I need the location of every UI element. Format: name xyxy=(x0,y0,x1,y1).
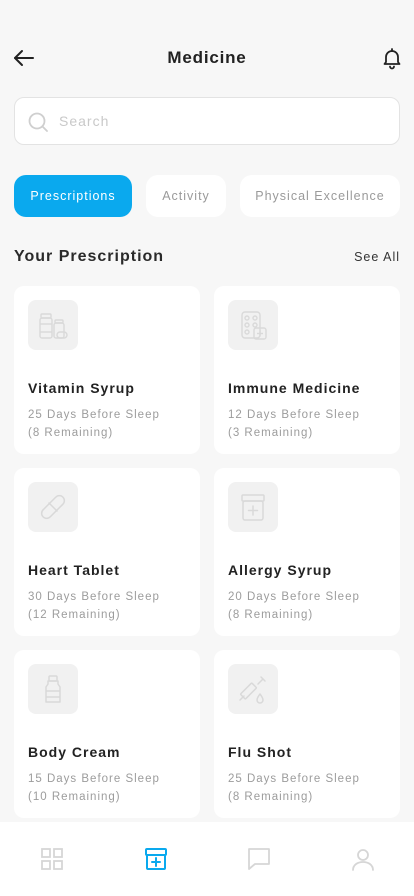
section-title: Your Prescription xyxy=(14,248,165,265)
prescription-card[interactable]: Allergy Syrup 20 Days Before Sleep (8 Re… xyxy=(214,468,400,636)
remaining-text: (8 Remaining) xyxy=(228,609,314,621)
medicine-schedule: 12 Days Before Sleep (3 Remaining) xyxy=(228,406,360,442)
bell-icon[interactable] xyxy=(380,46,404,70)
filter-tabs: Prescriptions Activity Physical Excellen… xyxy=(14,175,400,217)
prescription-card[interactable]: Heart Tablet 30 Days Before Sleep (12 Re… xyxy=(14,468,200,636)
schedule-text: 15 Days Before Sleep xyxy=(28,773,160,785)
medicine-schedule: 30 Days Before Sleep (12 Remaining) xyxy=(28,588,160,624)
search-bar xyxy=(14,97,400,145)
medicine-name: Vitamin Syrup xyxy=(28,380,135,396)
lotion-bottle-icon xyxy=(28,664,78,714)
medicine-name: Allergy Syrup xyxy=(228,562,333,578)
prescription-card[interactable]: Flu Shot 25 Days Before Sleep (8 Remaini… xyxy=(214,650,400,818)
schedule-text: 25 Days Before Sleep xyxy=(228,773,360,785)
syringe-icon xyxy=(228,664,278,714)
pill-pack-icon xyxy=(228,300,278,350)
chat-icon[interactable] xyxy=(246,846,272,872)
search-input[interactable] xyxy=(59,98,389,144)
user-icon[interactable] xyxy=(350,846,376,872)
tab-prescriptions[interactable]: Prescriptions xyxy=(14,175,132,217)
remaining-text: (3 Remaining) xyxy=(228,427,314,439)
tab-activity[interactable]: Activity xyxy=(146,175,226,217)
section-header: Your Prescription See All xyxy=(14,248,400,268)
medicine-name: Immune Medicine xyxy=(228,380,361,396)
prescription-card[interactable]: Immune Medicine 12 Days Before Sleep (3 … xyxy=(214,286,400,454)
medicine-name: Flu Shot xyxy=(228,744,292,760)
medicine-screen: Medicine Prescriptions Activity Physical… xyxy=(0,0,414,896)
remaining-text: (8 Remaining) xyxy=(28,427,114,439)
remaining-text: (8 Remaining) xyxy=(228,791,314,803)
medicine-schedule: 25 Days Before Sleep (8 Remaining) xyxy=(228,770,360,806)
medicine-schedule: 15 Days Before Sleep (10 Remaining) xyxy=(28,770,160,806)
search-icon xyxy=(27,111,49,133)
page-title: Medicine xyxy=(167,48,247,67)
header: Medicine xyxy=(0,38,414,78)
medicine-jar-icon xyxy=(228,482,278,532)
medicine-schedule: 20 Days Before Sleep (8 Remaining) xyxy=(228,588,360,624)
see-all-link[interactable]: See All xyxy=(354,250,400,264)
schedule-text: 30 Days Before Sleep xyxy=(28,591,160,603)
medicine-name: Heart Tablet xyxy=(28,562,120,578)
schedule-text: 20 Days Before Sleep xyxy=(228,591,360,603)
medicine-name: Body Cream xyxy=(28,744,121,760)
remaining-text: (12 Remaining) xyxy=(28,609,121,621)
tab-physical-excellence[interactable]: Physical Excellence xyxy=(240,175,400,217)
grid-icon[interactable] xyxy=(39,846,65,872)
prescription-card[interactable]: Body Cream 15 Days Before Sleep (10 Rema… xyxy=(14,650,200,818)
prescription-card[interactable]: Vitamin Syrup 25 Days Before Sleep (8 Re… xyxy=(14,286,200,454)
capsule-icon xyxy=(28,482,78,532)
medicine-schedule: 25 Days Before Sleep (8 Remaining) xyxy=(28,406,160,442)
medicine-box-icon[interactable] xyxy=(143,846,169,872)
pill-bottles-icon xyxy=(28,300,78,350)
remaining-text: (10 Remaining) xyxy=(28,791,121,803)
schedule-text: 12 Days Before Sleep xyxy=(228,409,360,421)
schedule-text: 25 Days Before Sleep xyxy=(28,409,160,421)
bottom-nav xyxy=(0,822,414,896)
